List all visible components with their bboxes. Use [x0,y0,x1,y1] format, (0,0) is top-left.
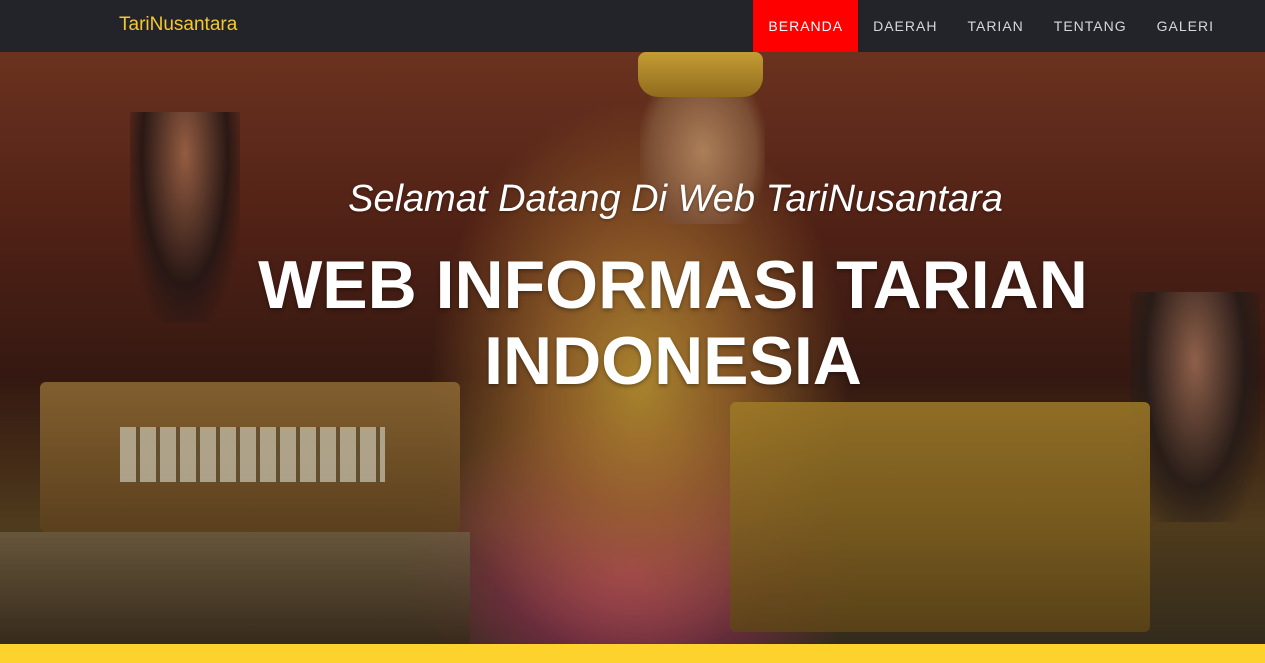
nav-item-beranda[interactable]: BERANDA [753,0,859,52]
nav-item-daerah[interactable]: DAERAH [858,0,952,52]
accent-bar [0,644,1265,663]
hero-headline-line-2: INDONESIA [484,323,862,399]
navbar: TariNusantara BERANDA DAERAH TARIAN TENT… [0,0,1265,52]
nav-item-tarian[interactable]: TARIAN [952,0,1038,52]
nav-menu: BERANDA DAERAH TARIAN TENTANG GALERI [753,0,1229,52]
nav-item-galeri[interactable]: GALERI [1142,0,1229,52]
nav-item-tentang[interactable]: TENTANG [1039,0,1142,52]
hero-subtitle: Selamat Datang Di Web TariNusantara [348,178,1003,220]
brand-logo-link[interactable]: TariNusantara [119,14,237,36]
hero-banner: Selamat Datang Di Web TariNusantara WEB … [0,52,1265,644]
hero-headline-line-1: WEB INFORMASI TARIAN [258,247,1088,323]
hero-headline: WEB INFORMASI TARIAN INDONESIA [0,247,1265,399]
